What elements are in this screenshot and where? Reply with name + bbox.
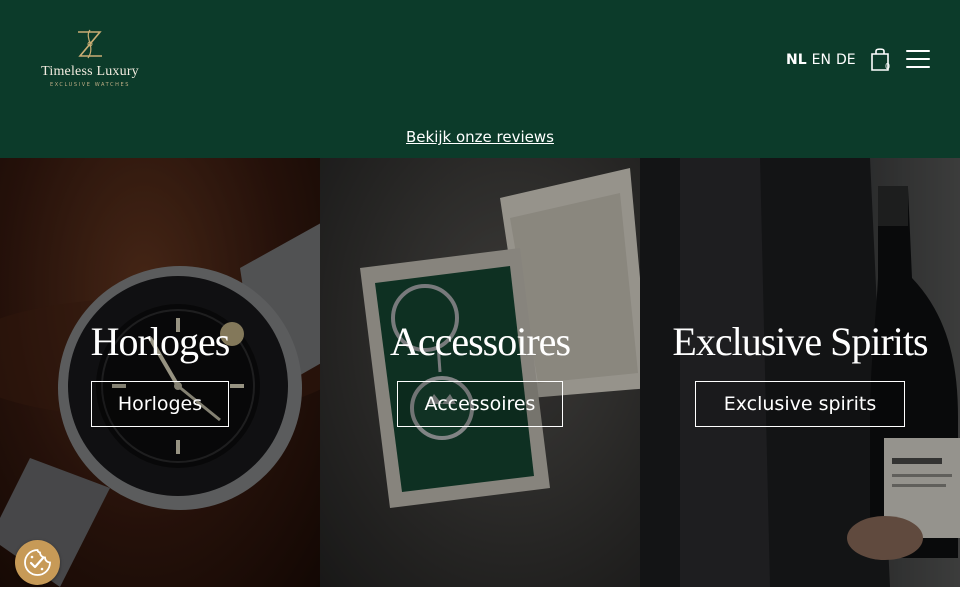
category-title-watches: Horloges [90, 319, 231, 364]
spirits-button[interactable]: Exclusive spirits [695, 381, 905, 427]
logo-monogram-icon [78, 29, 102, 59]
cart-count: 0 [885, 62, 891, 71]
category-title-spirits: Exclusive Spirits [672, 319, 928, 364]
category-panel-spirits[interactable]: Exclusive Spirits Exclusive spirits [640, 158, 960, 587]
brand-tagline: EXCLUSIVE WATCHES [50, 82, 130, 88]
language-switcher: NL EN DE [786, 52, 856, 68]
language-de[interactable]: DE [836, 52, 856, 68]
cart-button[interactable]: 0 [869, 46, 891, 72]
champagne-bottle-image [640, 158, 960, 587]
hamburger-menu-icon[interactable] [906, 50, 930, 70]
category-panel-accessories[interactable]: Accessoires Accessoires [320, 158, 640, 587]
cookie-consent-icon [24, 549, 51, 576]
keychain-box-image [320, 158, 640, 587]
category-panels: Horloges Horloges Accessoires Accessoire… [0, 158, 960, 587]
category-title-accessories: Accessoires [389, 319, 571, 364]
page-bottom-area [0, 587, 960, 600]
brand-name: Timeless Luxury [41, 64, 139, 79]
site-header: Timeless Luxury EXCLUSIVE WATCHES NL EN … [0, 0, 960, 158]
language-en[interactable]: EN [812, 52, 831, 68]
category-panel-watches[interactable]: Horloges Horloges [0, 158, 320, 587]
reviews-link[interactable]: Bekijk onze reviews [0, 128, 960, 146]
watch-image [0, 158, 320, 587]
cookie-settings-button[interactable] [15, 540, 60, 585]
brand-logo[interactable]: Timeless Luxury EXCLUSIVE WATCHES [30, 26, 150, 96]
accessories-button[interactable]: Accessoires [397, 381, 563, 427]
watches-button[interactable]: Horloges [91, 381, 229, 427]
language-nl[interactable]: NL [786, 52, 807, 68]
